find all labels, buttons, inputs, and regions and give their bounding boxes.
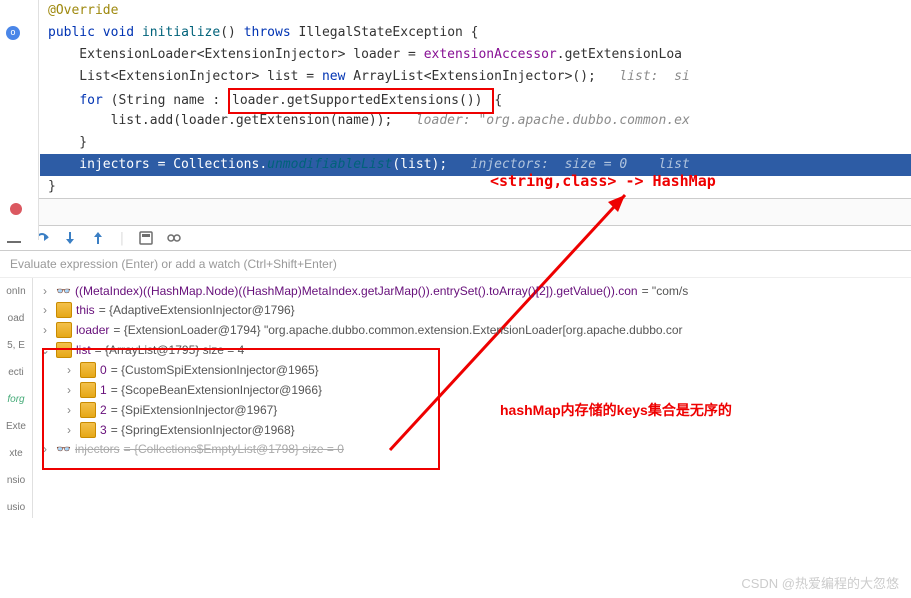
code-editor[interactable]: o @Override public void initialize() thr… [0,0,911,198]
var-row[interactable]: ›3 = {SpringExtensionInjector@1968} [34,420,911,440]
gutter: o [0,0,39,240]
code-line: @Override [40,0,911,22]
glasses-icon: 👓 [56,442,71,456]
code-line: for (String name : loader.getSupportedEx… [40,88,911,110]
breakpoint-icon[interactable] [10,203,22,215]
code-line: ExtensionLoader<ExtensionInjector> loade… [40,44,911,66]
watches-icon[interactable] [166,230,182,246]
evaluate-expression-input[interactable]: Evaluate expression (Enter) or add a wat… [0,251,911,278]
calculator-icon[interactable] [138,230,154,246]
code-line: } [40,176,911,198]
object-icon [56,302,72,318]
glasses-icon: 👓 [56,284,71,298]
var-row[interactable]: ›0 = {CustomSpiExtensionInjector@1965} [34,360,911,380]
object-icon [80,362,96,378]
chevron-down-icon[interactable]: ⌄ [38,343,52,357]
code-line: public void initialize() throws IllegalS… [40,22,911,44]
code-line: list.add(loader.getExtension(name)); loa… [40,110,911,132]
chevron-right-icon[interactable]: › [38,284,52,298]
chevron-right-icon[interactable]: › [62,403,76,417]
var-row[interactable]: ⌄list = {ArrayList@1795} size = 4 [34,340,911,360]
var-row[interactable]: ›2 = {SpiExtensionInjector@1967} [34,400,911,420]
override-gutter-icon[interactable]: o [6,26,20,40]
annotation-top: <string,class> -> HashMap [490,172,716,190]
chevron-right-icon[interactable]: › [62,423,76,437]
object-icon [80,382,96,398]
debug-toolbar: | [0,226,911,251]
var-row[interactable]: ›loader = {ExtensionLoader@1794} "org.ap… [34,320,911,340]
watch-row[interactable]: ›👓((MetaIndex)((HashMap.Node)((HashMap)M… [34,282,911,300]
object-icon [80,402,96,418]
object-icon [56,342,72,358]
watermark: CSDN @热爱编程的大忽悠 [741,573,899,592]
object-icon [80,422,96,438]
step-out-icon[interactable] [90,230,106,246]
frames-sidebar[interactable]: onIn oad 5, E ecti forg Exte xte nsio us… [0,278,33,518]
chevron-right-icon[interactable]: › [62,383,76,397]
debug-variables: onIn oad 5, E ecti forg Exte xte nsio us… [0,278,911,518]
annotation-bottom: hashMap内存储的keys集合是无序的 [500,400,732,420]
chevron-right-icon[interactable]: › [38,442,52,456]
debug-tab-bar: st [0,198,911,226]
var-row[interactable]: ›this = {AdaptiveExtensionInjector@1796} [34,300,911,320]
chevron-right-icon[interactable]: › [62,363,76,377]
chevron-right-icon[interactable]: › [38,323,52,337]
code-line: } [40,132,911,154]
current-line: injectors = Collections.unmodifiableList… [40,154,911,176]
code-line: List<ExtensionInjector> list = new Array… [40,66,911,88]
var-row[interactable]: ›👓injectors = {Collections$EmptyList@179… [34,440,911,458]
chevron-right-icon[interactable]: › [38,303,52,317]
variables-tree[interactable]: ›👓((MetaIndex)((HashMap.Node)((HashMap)M… [34,278,911,462]
step-into-icon[interactable] [62,230,78,246]
var-row[interactable]: ›1 = {ScopeBeanExtensionInjector@1966} [34,380,911,400]
object-icon [56,322,72,338]
